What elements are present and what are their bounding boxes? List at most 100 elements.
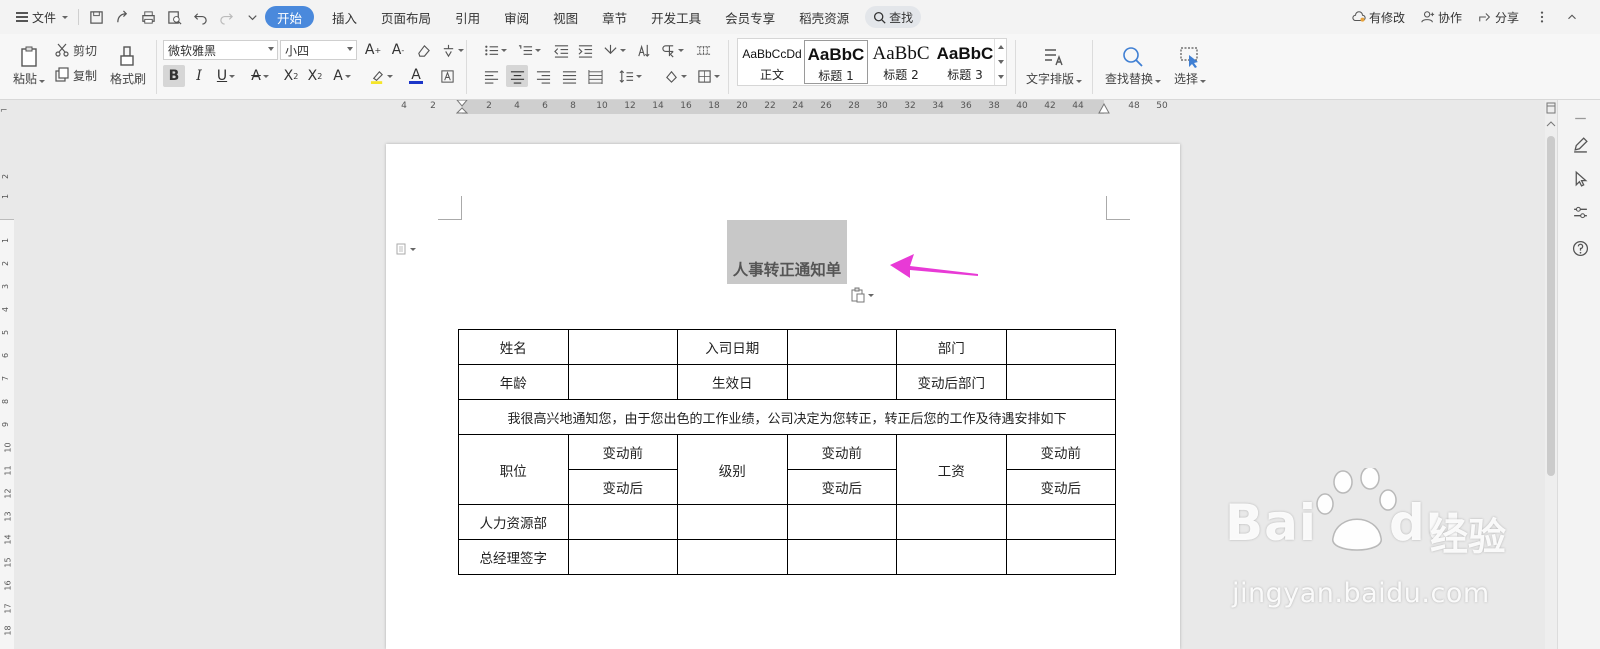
salary-label-cell[interactable]: 工资 bbox=[896, 434, 1007, 505]
styles-scroll[interactable] bbox=[994, 39, 1006, 85]
horizontal-ruler[interactable]: 4 2 2 4 6 8 10 12 14 16 18 20 22 24 26 28 30 32 34 36 38 40 42… bbox=[0, 100, 1545, 114]
table-cell[interactable]: 姓名 bbox=[458, 329, 569, 365]
format-painter-button[interactable]: 格式刷 bbox=[108, 38, 148, 92]
gm-signature-label-cell[interactable]: 总经理签字 bbox=[458, 539, 569, 575]
style-heading-1[interactable]: AaBbC 标题 1 bbox=[804, 40, 868, 84]
tab-references[interactable]: 引用 bbox=[443, 6, 492, 28]
tab-docer-resources[interactable]: 稻壳资源 bbox=[787, 6, 861, 28]
copy-button[interactable]: 复制 bbox=[54, 65, 97, 85]
table-cell[interactable] bbox=[567, 329, 678, 365]
table-cell[interactable]: 部门 bbox=[896, 329, 1007, 365]
table-cell[interactable] bbox=[567, 364, 678, 400]
numbered-list-icon[interactable] bbox=[514, 39, 544, 61]
text-effect-icon[interactable]: A bbox=[328, 65, 356, 87]
find-replace-button[interactable]: 查找替换 bbox=[1100, 38, 1166, 92]
modified-button[interactable]: 有修改 bbox=[1345, 9, 1412, 26]
table-cell[interactable]: 年龄 bbox=[458, 364, 569, 400]
tab-insert[interactable]: 插入 bbox=[320, 6, 369, 28]
text-layout-button[interactable]: 文字排版 bbox=[1024, 38, 1084, 92]
chevron-up-icon[interactable] bbox=[1546, 120, 1556, 128]
paragraph-handle-icon[interactable] bbox=[396, 242, 420, 256]
search-tab[interactable]: 查找 bbox=[865, 6, 922, 28]
position-after-cell[interactable]: 变动后 bbox=[567, 469, 678, 505]
print-preview-icon[interactable] bbox=[161, 4, 187, 30]
share-button[interactable]: 分享 bbox=[1471, 9, 1526, 26]
panel-grip-icon[interactable] bbox=[1570, 108, 1590, 128]
settings-sliders-icon[interactable] bbox=[1570, 202, 1590, 222]
distribute-icon[interactable] bbox=[584, 65, 606, 87]
table-cell[interactable] bbox=[677, 504, 788, 540]
undo-icon[interactable] bbox=[187, 4, 213, 30]
collaborate-button[interactable]: 协作 bbox=[1414, 9, 1469, 26]
indent-marker-icon[interactable] bbox=[456, 100, 468, 114]
tab-review[interactable]: 审阅 bbox=[492, 6, 541, 28]
justify-icon[interactable] bbox=[558, 65, 580, 87]
table-cell[interactable] bbox=[567, 539, 678, 575]
style-normal[interactable]: AaBbCcDd 正文 bbox=[740, 40, 804, 84]
chevron-up-icon[interactable] bbox=[997, 44, 1004, 49]
customize-toolbar-icon[interactable] bbox=[239, 4, 265, 30]
align-left-icon[interactable] bbox=[480, 65, 502, 87]
table-cell[interactable] bbox=[567, 504, 678, 540]
help-icon[interactable] bbox=[1570, 238, 1590, 258]
vertical-ruler[interactable]: 2 1 1 2 3 4 5 6 7 8 9 10 11 12 13 14 15 16 17 18 bbox=[0, 114, 14, 649]
table-cell[interactable]: 生效日 bbox=[677, 364, 788, 400]
export-pdf-icon[interactable] bbox=[109, 4, 135, 30]
tab-selector-icon[interactable]: ⌐ bbox=[0, 106, 14, 120]
table-cell[interactable]: 入司日期 bbox=[677, 329, 788, 365]
tab-home[interactable]: 开始 bbox=[265, 6, 315, 28]
salary-before-cell[interactable]: 变动前 bbox=[1005, 434, 1116, 470]
table-cell[interactable] bbox=[896, 539, 1007, 575]
table-cell[interactable] bbox=[1005, 539, 1116, 575]
highlight-icon[interactable] bbox=[366, 65, 396, 87]
style-heading-3[interactable]: AaBbC 标题 3 bbox=[933, 40, 997, 84]
text-direction-icon[interactable] bbox=[600, 39, 628, 61]
italic-icon[interactable]: I bbox=[188, 65, 210, 87]
bullet-list-icon[interactable] bbox=[480, 39, 510, 61]
document-page[interactable]: 人事转正通知单 姓名 入司日期 部门 年龄 生效日 变动后部门 我很高兴地通知您… bbox=[386, 144, 1180, 649]
hr-dept-label-cell[interactable]: 人力资源部 bbox=[458, 504, 569, 540]
paste-options-icon[interactable] bbox=[850, 287, 874, 303]
increase-indent-icon[interactable] bbox=[574, 39, 596, 61]
table-cell[interactable] bbox=[896, 504, 1007, 540]
pinyin-guide-icon[interactable] bbox=[438, 39, 466, 61]
collapse-ribbon-button[interactable] bbox=[1558, 10, 1586, 24]
position-before-cell[interactable]: 变动前 bbox=[567, 434, 678, 470]
level-label-cell[interactable]: 级别 bbox=[677, 434, 788, 505]
clear-format-icon[interactable] bbox=[412, 39, 434, 61]
bold-icon[interactable]: B bbox=[163, 65, 185, 87]
table-cell[interactable] bbox=[786, 539, 897, 575]
character-border-icon[interactable] bbox=[436, 65, 458, 87]
font-name-select[interactable]: 微软雅黑 bbox=[163, 40, 278, 60]
superscript-icon[interactable]: X2 bbox=[280, 65, 302, 87]
table-cell[interactable] bbox=[677, 539, 788, 575]
cut-button[interactable]: 剪切 bbox=[54, 40, 97, 60]
table-cell[interactable]: 变动后部门 bbox=[896, 364, 1007, 400]
style-heading-2[interactable]: AaBbC 标题 2 bbox=[869, 40, 933, 84]
pen-icon[interactable] bbox=[1570, 134, 1590, 154]
tab-view[interactable]: 视图 bbox=[541, 6, 590, 28]
more-styles-icon[interactable] bbox=[997, 75, 1004, 80]
borders-icon[interactable] bbox=[694, 65, 722, 87]
tab-developer[interactable]: 开发工具 bbox=[639, 6, 713, 28]
notice-text-cell[interactable]: 我很高兴地通知您，由于您出色的工作业绩，公司决定为您转正，转正后您的工作及待遇安… bbox=[458, 399, 1116, 435]
subscript-icon[interactable]: X2 bbox=[304, 65, 326, 87]
increase-font-icon[interactable]: A + bbox=[362, 39, 384, 61]
tab-stops-icon[interactable] bbox=[692, 39, 714, 61]
tab-member[interactable]: 会员专享 bbox=[713, 6, 787, 28]
table-cell[interactable] bbox=[786, 504, 897, 540]
cursor-icon[interactable] bbox=[1570, 168, 1590, 188]
table-cell[interactable] bbox=[1005, 504, 1116, 540]
paste-button[interactable]: 粘贴 bbox=[10, 38, 48, 92]
show-hide-marks-icon[interactable] bbox=[658, 39, 686, 61]
shading-icon[interactable] bbox=[660, 65, 690, 87]
font-color-icon[interactable]: A bbox=[401, 65, 431, 87]
scrollbar-thumb[interactable] bbox=[1547, 136, 1555, 476]
align-center-icon[interactable] bbox=[506, 65, 528, 87]
tab-page-layout[interactable]: 页面布局 bbox=[369, 6, 443, 28]
redo-icon[interactable] bbox=[213, 4, 239, 30]
decrease-font-icon[interactable]: A- bbox=[387, 39, 409, 61]
align-right-icon[interactable] bbox=[532, 65, 554, 87]
more-options-button[interactable] bbox=[1528, 10, 1556, 24]
chevron-down-icon[interactable] bbox=[997, 59, 1004, 64]
